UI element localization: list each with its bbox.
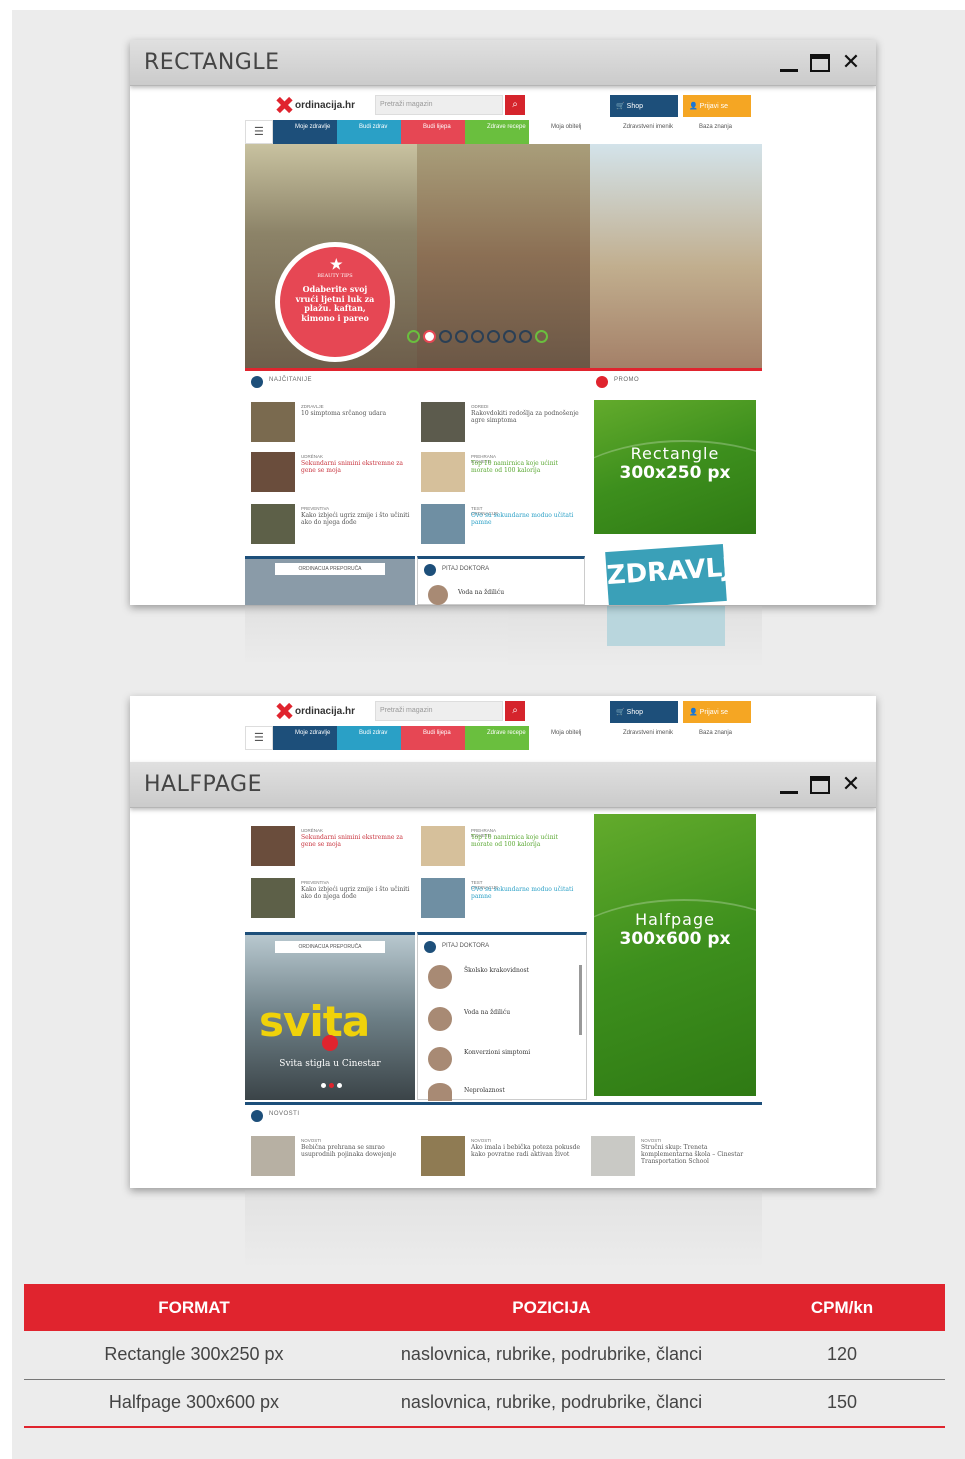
magazine-cover[interactable]: ZDRAVLJE [605,543,750,605]
section-icon [251,1110,263,1122]
site-logo[interactable]: ordinacija.hr [275,702,355,720]
cell-position: naslovnica, rubrike, podrubrike, članci [364,1379,739,1428]
site-logo[interactable]: ordinacija.hr [275,96,355,114]
site-search-input[interactable]: Pretraži magazin [375,95,503,115]
slider-dot[interactable] [423,330,436,343]
table-header-row: FORMAT POZICIJA CPM/kn [24,1284,945,1331]
avatar [428,585,448,605]
doctor-icon [424,564,436,576]
slider-dot[interactable] [535,330,548,343]
avatar [428,1083,452,1101]
rectangle-window-reflection [245,606,762,666]
close-icon[interactable]: ✕ [840,52,862,74]
close-icon[interactable]: ✕ [840,774,862,796]
column-header-cpm: CPM/kn [739,1284,945,1331]
site-nav: ☰ Moje zdravlje Budi zdrav Budi lijepa Z… [245,120,762,144]
site-header: ordinacija.hr Pretraži magazin ⌕ 🛒 Shop … [245,90,762,120]
rectangle-window: RECTANGLE ✕ ordinacija.hr Pretraži magaz… [130,40,876,605]
section-icon [596,376,608,388]
section-header-promo: PROMO [590,368,762,390]
slider-dots [407,330,548,343]
section-icon [251,376,263,388]
star-icon: ★ [330,257,343,273]
page-background: RECTANGLE ✕ ordinacija.hr Pretraži magaz… [12,10,965,1459]
window-title: RECTANGLE [144,50,280,75]
nav-item[interactable]: Baza znanja [677,120,737,144]
cell-format: Halfpage 300x600 px [24,1379,364,1428]
nav-item[interactable]: Budi zdrav [337,120,401,144]
video-widget[interactable]: ORDINACIJA PREPORUČA [245,556,415,605]
nav-item[interactable]: Baza znanja [677,726,737,750]
minimize-icon[interactable] [778,774,800,796]
slider-dot[interactable] [519,330,532,343]
site-nav: ☰ Moje zdravlje Budi zdrav Budi lijepa Z… [245,726,762,750]
nav-item[interactable]: Zdravstveni imenik [601,726,677,750]
halfpage-window-titlebar: HALFPAGE ✕ [130,762,876,808]
nav-item[interactable]: Moja obitelj [529,120,601,144]
rectangle-ad-banner[interactable]: Rectangle 300x250 px [594,400,756,534]
logo-cross-icon [275,702,293,720]
column-header-format: FORMAT [24,1284,364,1331]
nav-item[interactable]: Moja obitelj [529,726,601,750]
hero-slider[interactable]: ★ BEAUTY TIPS Odaberite svoj vrući ljetn… [245,144,762,368]
slider-dot[interactable] [471,330,484,343]
nav-item[interactable]: Zdrave recepe [465,120,529,144]
slider-dot[interactable] [503,330,516,343]
cell-cpm: 150 [739,1379,945,1428]
halfpage-window: ordinacija.hr Pretraži magazin ⌕ 🛒 Shop … [130,696,876,1188]
scrollbar[interactable] [579,965,582,1035]
halfpage-ad-banner[interactable]: Halfpage 300x600 px [594,814,756,1096]
slider-photo [589,144,762,368]
cell-position: naslovnica, rubrike, podrubrike, članci [364,1331,739,1380]
section-header-news: NAJČITANIJE [245,368,590,390]
slider-dot[interactable] [487,330,500,343]
slider-bubble[interactable]: ★ BEAUTY TIPS Odaberite svoj vrući ljetn… [275,242,395,362]
doctor-icon [424,941,436,953]
search-icon[interactable]: ⌕ [505,701,525,721]
slider-dot[interactable] [455,330,468,343]
logo-cross-icon [275,96,293,114]
menu-icon[interactable]: ☰ [245,120,273,144]
slider-dot[interactable] [439,330,452,343]
nav-item[interactable]: Moje zdravlje [273,726,337,750]
login-button[interactable]: 👤 Prijavi se [683,95,751,117]
window-title: HALFPAGE [144,772,262,797]
pricing-table: FORMAT POZICIJA CPM/kn Rectangle 300x250… [24,1284,945,1428]
search-icon[interactable]: ⌕ [505,95,525,115]
site-search-input[interactable]: Pretraži magazin [375,701,503,721]
nav-item[interactable]: Zdravstveni imenik [601,120,677,144]
login-button[interactable]: 👤 Prijavi se [683,701,751,723]
play-icon[interactable] [322,1035,338,1051]
nav-item[interactable]: Budi lijepa [401,726,465,750]
column-header-position: POZICIJA [364,1284,739,1331]
cell-format: Rectangle 300x250 px [24,1331,364,1380]
section-header-new: NOVOSTI [245,1102,762,1124]
ask-doctor-widget: PITAJ DOKTORA Školsko krakovidnost Voda … [417,932,587,1101]
nav-item[interactable]: Zdrave recepe [465,726,529,750]
shop-button[interactable]: 🛒 Shop [610,701,678,723]
shop-button[interactable]: 🛒 Shop [610,95,678,117]
video-dots [321,1083,342,1088]
site-header: ordinacija.hr Pretraži magazin ⌕ 🛒 Shop … [245,696,762,726]
nav-item[interactable]: Moje zdravlje [273,120,337,144]
halfpage-window-reflection [245,1190,762,1270]
menu-icon[interactable]: ☰ [245,726,273,750]
minimize-icon[interactable] [778,52,800,74]
nav-item[interactable]: Budi zdrav [337,726,401,750]
maximize-icon[interactable] [810,54,830,72]
ask-doctor-widget: PITAJ DOKTORA Voda na ždiliću [417,556,585,605]
table-row: Halfpage 300x600 px naslovnica, rubrike,… [24,1379,945,1428]
cell-cpm: 120 [739,1331,945,1380]
maximize-icon[interactable] [810,776,830,794]
slider-dot[interactable] [407,330,420,343]
avatar [428,1047,452,1071]
video-widget[interactable]: ORDINACIJA PREPORUČA svita Svita stigla … [245,932,415,1100]
nav-item[interactable]: Budi lijepa [401,120,465,144]
avatar [428,965,452,989]
table-row: Rectangle 300x250 px naslovnica, rubrike… [24,1331,945,1380]
website-preview: ordinacija.hr Pretraži magazin ⌕ 🛒 Shop … [245,90,762,605]
rectangle-window-titlebar: RECTANGLE ✕ [130,40,876,86]
avatar [428,1007,452,1031]
